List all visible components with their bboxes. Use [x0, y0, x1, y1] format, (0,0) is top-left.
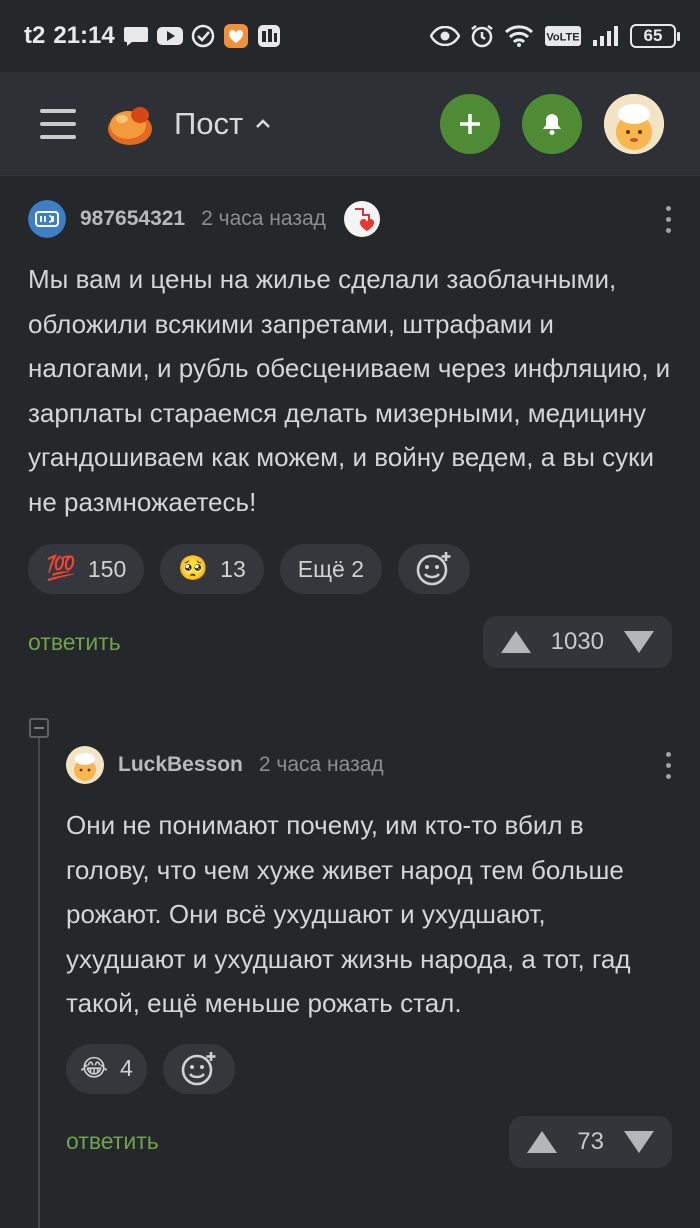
commenter-avatar[interactable]: [28, 200, 66, 238]
rating-value: 1030: [550, 628, 604, 655]
comment: LuckBesson 2 часа назад Они не понимают …: [0, 743, 700, 1168]
check-circle-icon: [191, 24, 215, 48]
pikabu-logo[interactable]: [104, 101, 156, 147]
add-reaction-button[interactable]: [162, 1043, 235, 1094]
clock: 21:14: [53, 22, 115, 49]
add-emoji-icon: [181, 1051, 216, 1085]
more-options-icon[interactable]: [664, 748, 672, 783]
reaction-count: 13: [220, 555, 246, 582]
commenter-avatar[interactable]: [66, 746, 104, 784]
volte-icon: VoLTE: [544, 25, 582, 47]
more-options-icon[interactable]: [664, 202, 672, 237]
collapse-thread-button[interactable]: [29, 718, 49, 738]
alarm-icon: [470, 24, 494, 48]
reactions-bar: 😂 4: [66, 1043, 672, 1094]
reactions-bar: 💯 150 🥺 13 Ещё 2: [28, 544, 672, 594]
comment-text: Они не понимают почему, им кто-то вбил в…: [66, 810, 631, 1018]
more-reactions-label: Ещё 2: [297, 555, 364, 582]
app-header: Пост: [0, 72, 700, 176]
plus-icon: [460, 113, 480, 134]
carrier-label: t2: [24, 22, 46, 49]
comment-time: 2 часа назад: [258, 753, 384, 776]
reaction-count: 150: [87, 555, 127, 582]
comment-time: 2 часа назад: [201, 207, 326, 230]
heart-app-icon: [223, 23, 249, 49]
downvote-icon[interactable]: [622, 629, 656, 655]
user-avatar[interactable]: [604, 93, 664, 154]
youtube-icon: [156, 26, 183, 46]
award-badge-icon: [343, 201, 380, 237]
eye-icon: [430, 26, 460, 46]
notifications-button[interactable]: [522, 93, 582, 154]
add-post-button[interactable]: [440, 93, 500, 154]
status-bar: t2 21:14 VoLTE 65: [0, 0, 700, 72]
app-grid-icon: [257, 24, 281, 48]
menu-icon[interactable]: [40, 108, 76, 139]
chat-notification-icon: [123, 25, 149, 47]
svg-text:VoLTE: VoLTE: [546, 32, 579, 44]
comment-actions: ответить 73: [66, 1115, 672, 1168]
page-title-dropdown[interactable]: Пост: [174, 106, 271, 142]
page-title: Пост: [174, 105, 244, 141]
add-emoji-icon: [416, 552, 451, 586]
comment-actions: ответить 1030: [28, 616, 672, 668]
rating-control: 1030: [482, 616, 672, 668]
battery-indicator: 65: [630, 24, 680, 48]
rating-control: 73: [509, 1115, 672, 1168]
more-reactions-button[interactable]: Ещё 2: [279, 544, 382, 594]
rating-value: 73: [577, 1127, 604, 1155]
laughing-emoji-icon: 😂: [80, 1054, 109, 1082]
reaction-hundred[interactable]: 💯 150: [28, 544, 145, 594]
comment-header: LuckBesson 2 часа назад: [66, 743, 672, 787]
reply-button[interactable]: ответить: [28, 629, 121, 656]
comment-author[interactable]: LuckBesson: [118, 753, 243, 777]
comment-author[interactable]: 987654321: [80, 207, 185, 231]
reaction-laughing[interactable]: 😂 4: [66, 1043, 147, 1094]
downvote-icon[interactable]: [622, 1129, 656, 1155]
wifi-icon: [504, 24, 534, 48]
pleading-face-emoji-icon: 🥺: [178, 555, 209, 582]
reply-button[interactable]: ответить: [66, 1128, 159, 1155]
hundred-emoji-icon: 💯: [46, 555, 76, 582]
comment-text: Мы вам и цены на жилье сделали заоблачны…: [28, 264, 671, 517]
comment: 987654321 2 часа назад Мы вам и цены на …: [0, 197, 700, 668]
reaction-count: 4: [120, 1055, 133, 1081]
chevron-up-icon: [256, 118, 271, 128]
add-reaction-button[interactable]: [398, 544, 470, 594]
signal-icon: [592, 25, 620, 47]
comment-header: 987654321 2 часа назад: [28, 197, 672, 241]
bell-icon: [543, 113, 561, 135]
reaction-pleading[interactable]: 🥺 13: [160, 544, 264, 594]
upvote-icon[interactable]: [499, 629, 533, 655]
upvote-icon[interactable]: [525, 1129, 559, 1155]
